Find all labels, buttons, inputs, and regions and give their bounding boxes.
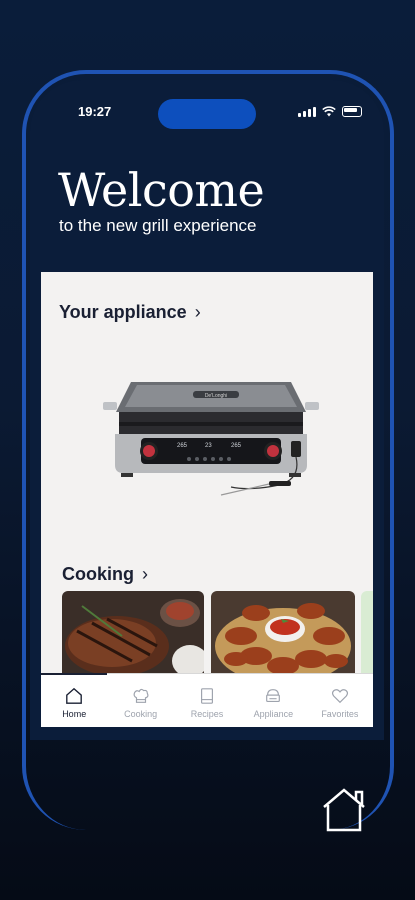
chevron-right-icon: › <box>142 564 148 584</box>
cooking-carousel[interactable] <box>62 591 373 681</box>
status-time: 19:27 <box>78 104 112 119</box>
chef-hat-icon <box>133 688 149 703</box>
center-readout: 23 <box>205 443 212 449</box>
tab-favorites-label: Favorites <box>321 709 359 719</box>
active-tab-indicator <box>41 673 107 675</box>
wifi-icon <box>322 106 336 117</box>
page-title: Welcome <box>58 163 265 217</box>
tab-cooking[interactable]: Cooking <box>107 674 173 727</box>
steak-card[interactable] <box>62 591 204 681</box>
tab-home-label: Home <box>62 709 87 719</box>
battery-icon <box>342 106 362 117</box>
tab-recipes-label: Recipes <box>190 709 224 719</box>
cooking-label: Cooking <box>62 564 134 584</box>
brand-label: De'Longhi <box>205 393 227 399</box>
chevron-right-icon: › <box>194 302 201 322</box>
status-bar: 19:27 <box>30 99 384 129</box>
cooking-link[interactable]: Cooking › <box>62 564 148 585</box>
home-icon <box>66 687 83 704</box>
chicken-wings-card[interactable] <box>211 591 355 681</box>
appliance-image[interactable]: De'Longhi 265 23 265 <box>101 367 321 527</box>
tab-recipes[interactable]: Recipes <box>174 674 240 727</box>
signal-icon <box>298 106 316 117</box>
heart-icon <box>331 689 348 704</box>
bottom-tab-bar: Home Cooking Recipes Appliance Favorites <box>41 673 373 727</box>
your-appliance-link[interactable]: Your appliance › <box>59 302 201 323</box>
home-outline-icon[interactable] <box>320 787 368 833</box>
tab-cooking-label: Cooking <box>124 709 158 719</box>
tab-favorites[interactable]: Favorites <box>307 674 373 727</box>
tab-home[interactable]: Home <box>41 674 107 727</box>
tab-appliance[interactable]: Appliance <box>240 674 306 727</box>
your-appliance-label: Your appliance <box>59 302 187 322</box>
grill-icon <box>266 689 281 702</box>
right-temp-readout: 265 <box>231 443 242 449</box>
book-icon <box>201 688 214 704</box>
phone-screen: 19:27 Welcome to the new grill experienc… <box>30 80 384 740</box>
home-content: Your appliance › De'Longhi 265 23 265 Co… <box>41 272 373 727</box>
left-temp-readout: 265 <box>177 443 188 449</box>
next-card-preview[interactable] <box>361 591 373 681</box>
dynamic-island <box>158 99 256 129</box>
tab-appliance-label: Appliance <box>253 709 294 719</box>
page-subtitle: to the new grill experience <box>59 216 257 235</box>
